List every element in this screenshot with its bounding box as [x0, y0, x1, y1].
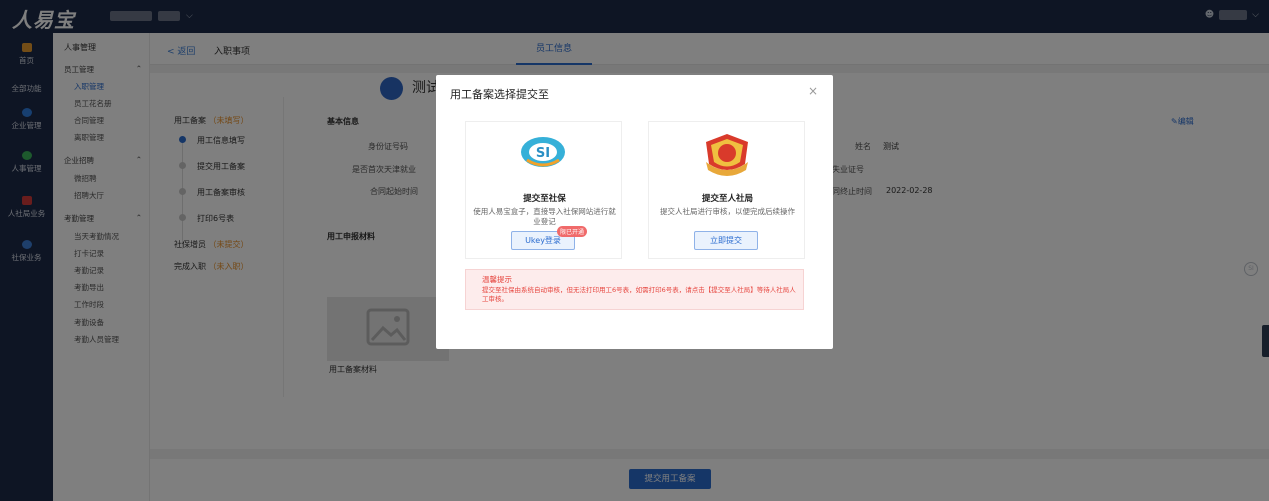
- card-hr-bureau[interactable]: 提交至人社局 提交人社局进行审核，以便完成后续操作 立即提交: [648, 121, 805, 259]
- card-description: 提交人社局进行审核，以便完成后续操作: [660, 207, 795, 216]
- warning-title: 温馨提示: [482, 275, 512, 284]
- close-icon[interactable]: ×: [808, 84, 818, 98]
- dialog-title: 用工备案选择提交至: [450, 88, 549, 101]
- submit-now-button[interactable]: 立即提交: [694, 231, 758, 250]
- social-insurance-logo-icon: SI: [521, 137, 565, 167]
- card-description: 使用人易宝盒子，直接导入社保网站进行就业登记: [473, 207, 616, 226]
- warning-text: 提交至社保由系统自动审核，但无法打印用工6号表，如需打印6号表，请点击【提交至人…: [482, 286, 796, 303]
- card-title: 提交至社保: [523, 194, 566, 204]
- card-title: 提交至人社局: [701, 194, 753, 204]
- status-badge: 限已开通: [557, 226, 588, 237]
- submit-target-dialog: 用工备案选择提交至 × SI 提交至社保 使用人易宝盒子，直接导入社保网站进行就…: [436, 75, 833, 349]
- warning-notice: 温馨提示 提交至社保由系统自动审核，但无法打印用工6号表，如需打印6号表，请点击…: [465, 269, 804, 310]
- hr-bureau-emblem-icon: [706, 134, 748, 176]
- card-social-insurance[interactable]: SI 提交至社保 使用人易宝盒子，直接导入社保网站进行就业登记 Ukey登录 限…: [465, 121, 622, 259]
- svg-text:SI: SI: [536, 146, 550, 161]
